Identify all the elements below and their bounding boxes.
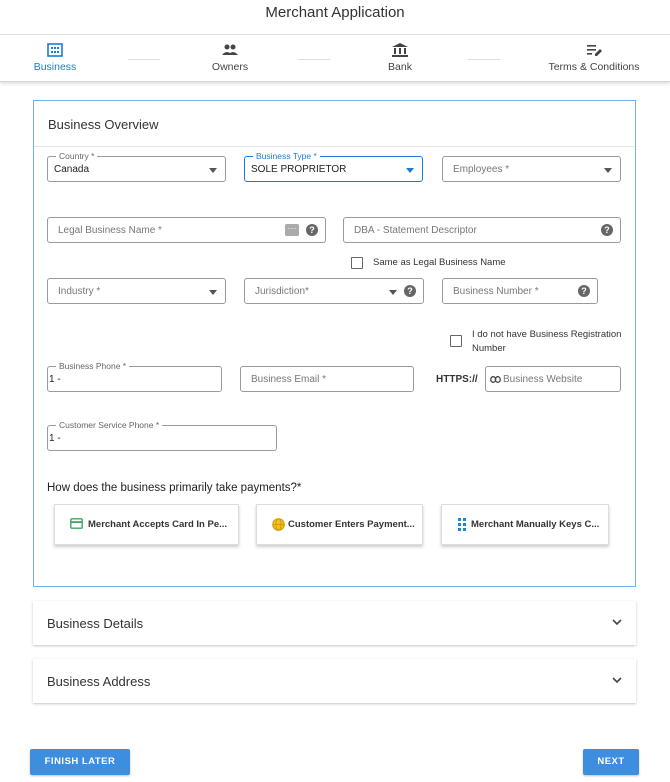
dropdown-arrow-icon	[406, 168, 414, 173]
divider	[34, 146, 635, 147]
employees-placeholder: Employees *	[453, 164, 510, 175]
help-icon[interactable]: ?	[306, 224, 318, 236]
more-options-icon[interactable]: ···	[285, 224, 299, 236]
same-as-legal-checkbox[interactable]	[351, 257, 363, 269]
business-type-label: Business Type *	[253, 150, 320, 162]
business-phone-input[interactable]: Business Phone * 1 -	[47, 360, 222, 392]
section-title: Business Details	[47, 616, 144, 631]
step-label: Owners	[211, 61, 249, 73]
business-address-section[interactable]: Business Address	[33, 659, 636, 703]
bank-icon	[392, 43, 408, 57]
business-website-input[interactable]: Business Website	[485, 366, 621, 392]
legal-business-name-input[interactable]: Legal Business Name * ··· ?	[47, 217, 326, 243]
step-terms[interactable]: Terms & Conditions	[547, 43, 641, 73]
help-icon[interactable]: ?	[601, 224, 613, 236]
no-registration-label-line1: I do not have Business Registration	[472, 329, 622, 340]
page-title: Merchant Application	[265, 4, 405, 21]
payment-question: How does the business primarily take pay…	[47, 482, 302, 494]
same-as-legal-label: Same as Legal Business Name	[373, 257, 506, 268]
step-label: Terms & Conditions	[548, 61, 640, 73]
section-title: Business Overview	[48, 117, 159, 132]
business-type-value: SOLE PROPRIETOR	[251, 164, 347, 175]
step-label: Business	[33, 61, 77, 73]
step-bank[interactable]: Bank	[380, 43, 420, 73]
dropdown-arrow-icon	[209, 168, 217, 173]
no-registration-checkbox[interactable]	[450, 335, 462, 347]
jurisdiction-select[interactable]: Jurisdiction* ?	[244, 278, 424, 304]
step-label: Bank	[388, 61, 412, 73]
customer-service-phone-label: Customer Service Phone *	[56, 419, 163, 431]
business-number-input[interactable]: Business Number * ?	[442, 278, 598, 304]
people-icon	[222, 44, 238, 55]
help-icon[interactable]: ?	[578, 285, 590, 297]
next-button[interactable]: NEXT	[583, 749, 639, 775]
payment-option-manual-keyed[interactable]: Merchant Manually Keys C...	[441, 504, 609, 545]
dropdown-arrow-icon	[604, 168, 612, 173]
step-divider	[128, 59, 160, 60]
business-number-placeholder: Business Number *	[453, 286, 539, 297]
globe-icon	[272, 518, 285, 531]
country-select[interactable]: Country * Canada	[47, 150, 226, 182]
progress-stepper: Business Owners Bank Terms & Conditions	[0, 34, 670, 82]
industry-placeholder: Industry *	[58, 286, 101, 297]
customer-service-phone-input[interactable]: Customer Service Phone * 1 -	[47, 419, 277, 451]
business-details-section[interactable]: Business Details	[33, 601, 636, 645]
business-email-placeholder: Business Email *	[251, 374, 327, 385]
business-email-input[interactable]: Business Email *	[240, 366, 414, 392]
https-prefix: HTTPS://	[436, 374, 478, 385]
no-registration-label-line2: Number	[472, 343, 506, 354]
payment-option-customer-enters[interactable]: Customer Enters Payment...	[256, 504, 423, 545]
building-icon	[47, 43, 63, 57]
payment-option-label: Merchant Manually Keys C...	[471, 519, 600, 530]
dba-input[interactable]: DBA - Statement Descriptor ?	[343, 217, 621, 243]
step-owners[interactable]: Owners	[205, 43, 255, 73]
step-divider	[298, 59, 330, 60]
payment-option-label: Merchant Accepts Card In Pe...	[88, 519, 228, 530]
industry-select[interactable]: Industry *	[47, 278, 226, 304]
dropdown-arrow-icon	[209, 290, 217, 295]
jurisdiction-placeholder: Jurisdiction*	[255, 286, 309, 297]
business-website-placeholder: Business Website	[503, 374, 583, 385]
payment-option-label: Customer Enters Payment...	[288, 519, 415, 530]
section-title: Business Address	[47, 674, 151, 689]
chevron-down-icon[interactable]	[612, 675, 622, 685]
dropdown-arrow-icon	[389, 290, 397, 295]
employees-select[interactable]: Employees *	[442, 156, 621, 182]
dba-placeholder: DBA - Statement Descriptor	[354, 225, 477, 236]
credit-card-icon	[70, 518, 83, 529]
help-icon[interactable]: ?	[404, 285, 416, 297]
step-divider	[468, 59, 500, 60]
business-type-select[interactable]: Business Type * SOLE PROPRIETOR	[244, 150, 423, 182]
no-registration-label: I do not have Business Registration Numb…	[472, 328, 621, 356]
edit-list-icon	[587, 45, 602, 56]
business-phone-label: Business Phone *	[56, 360, 130, 372]
customer-service-phone-value: 1 -	[49, 433, 61, 444]
finish-later-button[interactable]: FINISH LATER	[30, 749, 130, 775]
legal-business-name-placeholder: Legal Business Name *	[58, 225, 162, 236]
payment-option-card-present[interactable]: Merchant Accepts Card In Pe...	[54, 504, 239, 545]
step-business[interactable]: Business	[28, 43, 82, 73]
business-phone-value: 1 -	[49, 374, 61, 385]
link-icon	[490, 376, 501, 383]
chevron-down-icon[interactable]	[612, 617, 622, 627]
country-value: Canada	[54, 164, 90, 175]
keypad-icon	[458, 518, 466, 531]
country-label: Country *	[56, 150, 98, 162]
